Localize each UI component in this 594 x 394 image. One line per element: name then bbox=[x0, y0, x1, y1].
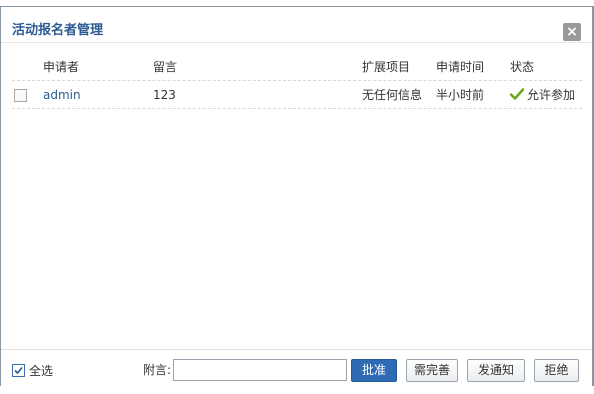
header-status: 状态 bbox=[510, 60, 535, 74]
applicant-management-dialog: 活动报名者管理 × 申请者 留言 扩展项目 申请时间 状态 admin 123 … bbox=[0, 6, 594, 389]
dialog-header: 活动报名者管理 × bbox=[1, 7, 592, 43]
select-all-checkbox[interactable] bbox=[12, 364, 25, 377]
needs-improvement-button[interactable]: 需完善 bbox=[406, 359, 458, 382]
dialog-title: 活动报名者管理 bbox=[12, 23, 104, 38]
header-applicant: 申请者 bbox=[43, 60, 80, 74]
table-row: admin 123 无任何信息 半小时前 允许参加 bbox=[12, 81, 582, 109]
header-message: 留言 bbox=[153, 60, 178, 74]
applicant-table: 申请者 留言 扩展项目 申请时间 状态 admin 123 无任何信息 半小时前… bbox=[12, 53, 582, 109]
checkbox-box[interactable] bbox=[14, 89, 27, 102]
status-cell: 允许参加 bbox=[510, 88, 575, 102]
message-cell: 123 bbox=[153, 88, 176, 102]
select-all-label: 全选 bbox=[29, 363, 54, 378]
header-extra: 扩展项目 bbox=[362, 60, 411, 74]
note-input[interactable] bbox=[173, 359, 347, 381]
reject-button[interactable]: 拒绝 bbox=[534, 359, 579, 382]
time-cell: 半小时前 bbox=[436, 88, 485, 102]
table-header-row: 申请者 留言 扩展项目 申请时间 状态 bbox=[12, 53, 582, 81]
send-notification-button[interactable]: 发通知 bbox=[467, 359, 525, 382]
dialog-footer: 全选 附言: 批准 需完善 发通知 拒绝 bbox=[1, 349, 592, 389]
status-label: 允许参加 bbox=[527, 88, 576, 102]
header-time: 申请时间 bbox=[436, 60, 485, 74]
close-icon: × bbox=[566, 24, 578, 40]
checkmark-icon bbox=[510, 88, 524, 100]
background-page-bottom bbox=[0, 386, 594, 394]
note-label: 附言: bbox=[143, 363, 172, 377]
row-checkbox[interactable] bbox=[14, 88, 27, 102]
close-button[interactable]: × bbox=[563, 23, 581, 41]
approve-button[interactable]: 批准 bbox=[351, 359, 397, 382]
extra-cell: 无任何信息 bbox=[362, 88, 423, 102]
select-all[interactable]: 全选 bbox=[12, 363, 53, 378]
checkbox-check-icon bbox=[14, 366, 23, 375]
applicant-link[interactable]: admin bbox=[43, 88, 81, 102]
